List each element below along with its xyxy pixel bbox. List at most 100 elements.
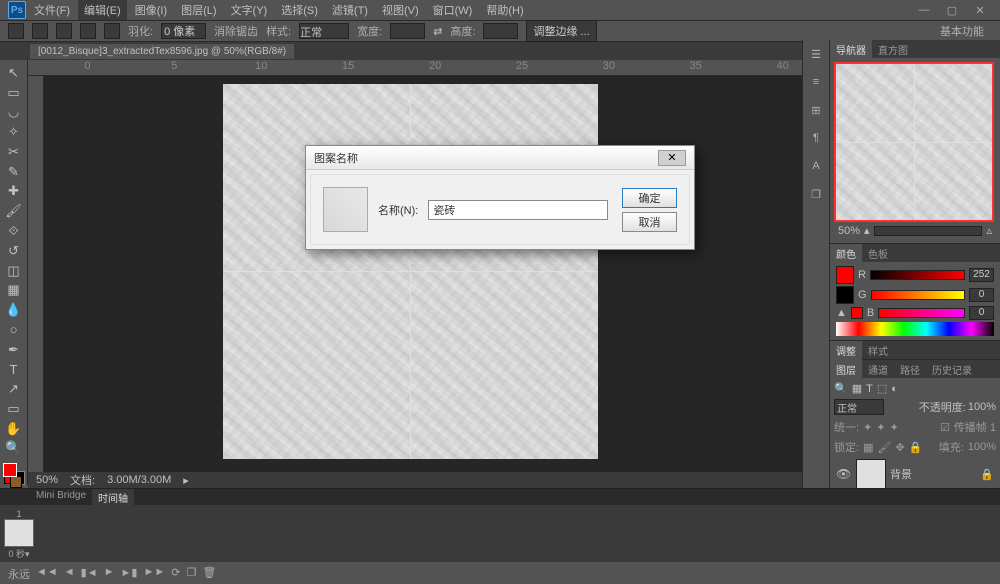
last-frame-button[interactable]: ►► xyxy=(143,566,165,582)
menu-file[interactable]: 文件(F) xyxy=(28,0,76,20)
history-icon[interactable]: ☰ xyxy=(806,44,826,64)
history-tab[interactable]: 历史记录 xyxy=(926,360,978,379)
character-icon[interactable]: ⊞ xyxy=(806,100,826,120)
adjustments-tab[interactable]: 调整 xyxy=(830,341,862,360)
dialog-close-button[interactable]: ✕ xyxy=(658,150,686,166)
lock-all-icon[interactable]: 🔒 xyxy=(909,441,923,454)
menu-layer[interactable]: 图层(L) xyxy=(175,0,222,20)
menu-image[interactable]: 图像(I) xyxy=(129,0,173,20)
dialog-titlebar[interactable]: 图案名称 ✕ xyxy=(306,146,694,170)
menu-edit[interactable]: 编辑(E) xyxy=(78,0,127,20)
lock-pixels-icon[interactable]: 🖌 xyxy=(877,441,891,454)
blend-mode-dropdown[interactable]: 正常 xyxy=(834,399,884,415)
visibility-toggle[interactable]: 👁 xyxy=(836,467,852,481)
histogram-tab[interactable]: 直方图 xyxy=(872,40,914,59)
layer-row[interactable]: 👁 背景 🔒 xyxy=(834,457,996,491)
color-tab[interactable]: 颜色 xyxy=(830,244,862,263)
stamp-tool[interactable]: ⟐ xyxy=(3,222,25,240)
menu-select[interactable]: 选择(S) xyxy=(275,0,324,20)
channels-tab[interactable]: 通道 xyxy=(862,360,894,379)
navigator-thumbnail[interactable] xyxy=(834,62,994,222)
styles-tab[interactable]: 样式 xyxy=(862,341,894,360)
selection-mode-subtract[interactable] xyxy=(80,23,96,39)
timeline-tab[interactable]: 时间轴 xyxy=(92,489,134,505)
width-input[interactable] xyxy=(390,23,425,39)
fill-value[interactable]: 100% xyxy=(968,441,996,453)
color-preview-bg[interactable] xyxy=(836,286,854,304)
frame-thumbnail[interactable] xyxy=(4,519,34,547)
hand-tool[interactable]: ✋ xyxy=(3,420,25,438)
gradient-tool[interactable]: ▦ xyxy=(3,281,25,299)
shape-tool[interactable]: ▭ xyxy=(3,400,25,418)
color-preview[interactable] xyxy=(836,266,854,284)
pattern-name-input[interactable] xyxy=(428,200,608,220)
zoom-out-icon[interactable]: ▴ xyxy=(864,224,870,237)
menu-help[interactable]: 帮助(H) xyxy=(480,0,529,20)
loop-dropdown[interactable]: 永远 xyxy=(8,566,30,582)
selection-mode-add[interactable] xyxy=(56,23,72,39)
adjust-edge-button[interactable]: 调整边缘 ... xyxy=(526,20,596,42)
eraser-tool[interactable]: ◫ xyxy=(3,262,25,280)
properties-icon[interactable]: ≡ xyxy=(806,72,826,92)
crop-tool[interactable]: ✂ xyxy=(3,143,25,161)
workspace-switcher[interactable]: 基本功能 xyxy=(940,23,992,39)
duplicate-frame-button[interactable]: ❐ xyxy=(186,566,196,582)
opacity-value[interactable]: 100% xyxy=(968,401,996,413)
document-canvas[interactable] xyxy=(223,84,598,459)
timeline-frame[interactable]: 1 0 秒▾ xyxy=(4,509,34,560)
style-dropdown[interactable]: 正常 xyxy=(299,23,349,39)
wand-tool[interactable]: ✧ xyxy=(3,123,25,141)
maximize-button[interactable]: ▢ xyxy=(940,2,964,18)
zoom-slider[interactable] xyxy=(874,226,983,236)
gamut-warning-icon[interactable]: ▲ xyxy=(836,307,847,319)
layers-tab[interactable]: 图层 xyxy=(830,360,862,379)
menu-window[interactable]: 窗口(W) xyxy=(427,0,479,20)
b-slider[interactable] xyxy=(878,308,965,318)
document-tab[interactable]: [0012_Bisque]3_extractedTex8596.jpg @ 50… xyxy=(30,44,294,59)
zoom-tool[interactable]: 🔍 xyxy=(3,440,25,458)
pen-tool[interactable]: ✒ xyxy=(3,341,25,359)
cancel-button[interactable]: 取消 xyxy=(622,212,677,232)
play-button[interactable]: ► xyxy=(104,566,115,582)
frame-duration[interactable]: 0 秒▾ xyxy=(8,547,29,560)
menu-view[interactable]: 视图(V) xyxy=(376,0,425,20)
antialias-checkbox[interactable]: 消除锯齿 xyxy=(214,23,258,39)
rewind-button[interactable]: ▮◄ xyxy=(81,566,98,582)
move-tool[interactable]: ↖ xyxy=(3,64,25,82)
safe-color[interactable] xyxy=(851,307,863,319)
prev-frame-button[interactable]: ◄ xyxy=(64,566,75,582)
menu-filter[interactable]: 滤镜(T) xyxy=(326,0,374,20)
unify-visibility-icon[interactable]: ✦ xyxy=(876,421,885,434)
selection-mode-new[interactable] xyxy=(32,23,48,39)
blur-tool[interactable]: 💧 xyxy=(3,301,25,319)
zoom-level[interactable]: 50% xyxy=(36,474,58,486)
close-button[interactable]: ✕ xyxy=(968,2,992,18)
filter-name-icon[interactable]: T xyxy=(866,383,873,395)
marquee-tool[interactable]: ▭ xyxy=(3,84,25,102)
lasso-tool[interactable]: ◡ xyxy=(3,104,25,122)
docinfo-arrow-icon[interactable]: ▸ xyxy=(183,474,189,487)
unify-style-icon[interactable]: ✦ xyxy=(890,421,899,434)
next-frame-button[interactable]: ►▮ xyxy=(121,566,138,582)
styles-icon[interactable]: ❐ xyxy=(806,184,826,204)
layer-thumbnail[interactable] xyxy=(856,459,886,489)
filter-effect-icon[interactable]: ⬚ xyxy=(877,382,887,395)
first-frame-button[interactable]: ◄◄ xyxy=(36,566,58,582)
g-value[interactable]: 0 xyxy=(969,288,994,302)
color-spectrum[interactable] xyxy=(836,322,994,336)
minimize-button[interactable]: — xyxy=(912,2,936,18)
r-value[interactable]: 252 xyxy=(969,268,994,282)
feather-input[interactable] xyxy=(161,23,206,39)
path-tool[interactable]: ↗ xyxy=(3,380,25,398)
height-input[interactable] xyxy=(483,23,518,39)
lock-transparency-icon[interactable]: ▦ xyxy=(863,441,873,454)
marquee-tool-icon[interactable] xyxy=(8,23,24,39)
mini-bridge-tab[interactable]: Mini Bridge xyxy=(30,489,92,505)
b-value[interactable]: 0 xyxy=(969,306,994,320)
foreground-color[interactable] xyxy=(3,463,17,477)
lock-position-icon[interactable]: ✥ xyxy=(895,441,904,454)
swap-wh-icon[interactable]: ⇄ xyxy=(433,25,442,38)
zoom-in-icon[interactable]: ▵ xyxy=(986,224,992,237)
tween-button[interactable]: ⟳ xyxy=(171,566,180,582)
filter-icon[interactable]: 🔍 xyxy=(834,382,848,395)
